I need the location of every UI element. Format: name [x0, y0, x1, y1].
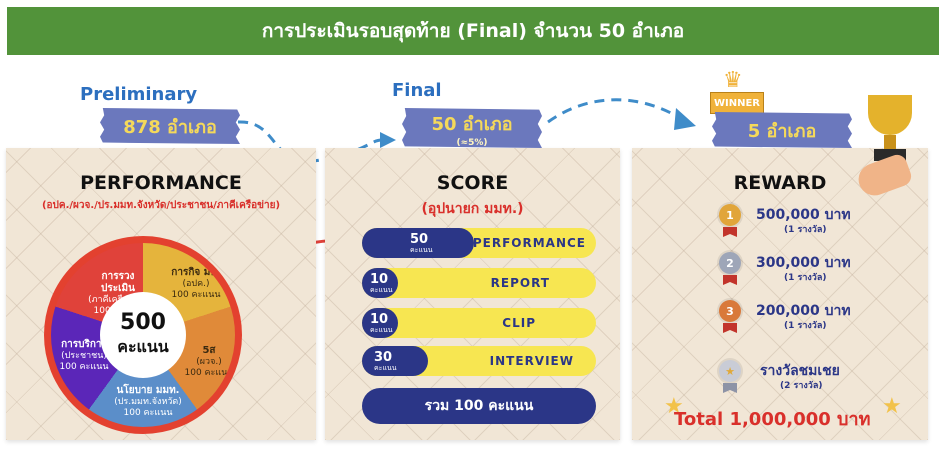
segment-policy: นโยบาย มมท. (ปร.มมท.จังหวัด) 100 คะแนน	[114, 385, 182, 418]
performance-wheel: การรวงประเมิน(ภาคีเครือข่าย)100 คะแนน กา…	[44, 236, 242, 434]
prize-count-2: (1 รางวัล)	[784, 273, 827, 283]
score-subtitle: (อุปนายก มมท.)	[421, 201, 524, 217]
score-badge: 30 คะแนน	[362, 346, 428, 376]
bronze-medal-icon: 3	[719, 300, 741, 322]
reward-count: 5 อำเภอ	[747, 120, 817, 142]
wheel-unit: คะแนน	[117, 337, 169, 356]
arrow-head-reward	[674, 108, 696, 130]
score-item-clip: 10 คะแนน CLIP	[362, 308, 596, 338]
prize-count-1: (1 รางวัล)	[784, 225, 827, 235]
score-item-interview: 30 คะแนน INTERVIEW	[362, 346, 596, 376]
arrow-head-final	[380, 132, 396, 148]
final-count: 50 อำเภอ	[431, 113, 513, 135]
score-total: รวม 100 คะแนน	[362, 388, 596, 424]
score-badge: 10 คะแนน	[362, 268, 398, 298]
prize-count-3: (1 รางวัล)	[784, 321, 827, 331]
prize-count-honor: (2 รางวัล)	[780, 381, 823, 391]
score-item-label: CLIP	[502, 316, 536, 330]
score-item-performance: 50 คะแนน PERFORMANCE	[362, 228, 596, 258]
score-badge: 10 คะแนน	[362, 308, 398, 338]
score-title: SCORE	[436, 172, 509, 194]
preliminary-count: 878 อำเภอ	[123, 116, 217, 138]
winner-badge: WINNER	[710, 92, 764, 114]
reward-count-tape: 5 อำเภอ	[712, 112, 852, 148]
segment-5s: 5ส (ผวจ.) 100 คะแนน	[184, 345, 234, 378]
wheel-total: 500	[120, 310, 166, 335]
score-item-label: PERFORMANCE	[472, 236, 586, 250]
reward-total: Total 1,000,000 บาท	[674, 409, 871, 430]
final-label: Final	[392, 80, 442, 101]
performance-subtitle: (อปค./ผวจ./ปร.มมท.จังหวัด/ประชาชน/ภาคีเค…	[41, 200, 281, 211]
preliminary-label: Preliminary	[80, 84, 198, 105]
honor-medal-icon: ★	[719, 360, 741, 382]
final-count-tape: 50 อำเภอ (≈5%)	[402, 108, 542, 148]
preliminary-count-tape: 878 อำเภอ	[100, 108, 240, 144]
reward-title: REWARD	[733, 172, 827, 194]
gold-medal-icon: 1	[719, 204, 741, 226]
score-badge: 50 คะแนน	[362, 228, 474, 258]
score-item-report: 10 คะแนน REPORT	[362, 268, 596, 298]
score-item-label: REPORT	[490, 276, 550, 290]
silver-medal-icon: 2	[719, 252, 741, 274]
final-percent: (≈5%)	[456, 137, 488, 148]
segment-mission: การกิจ มท. (อปค.) 100 คะแนน	[171, 267, 221, 300]
score-item-label: INTERVIEW	[489, 354, 574, 368]
arrow-final-to-reward	[547, 98, 681, 124]
crown-icon: ♛	[723, 68, 743, 93]
performance-title: PERFORMANCE	[80, 172, 242, 194]
wheel-center: 500 คะแนน	[100, 292, 186, 378]
star-icon: ★	[882, 394, 902, 419]
